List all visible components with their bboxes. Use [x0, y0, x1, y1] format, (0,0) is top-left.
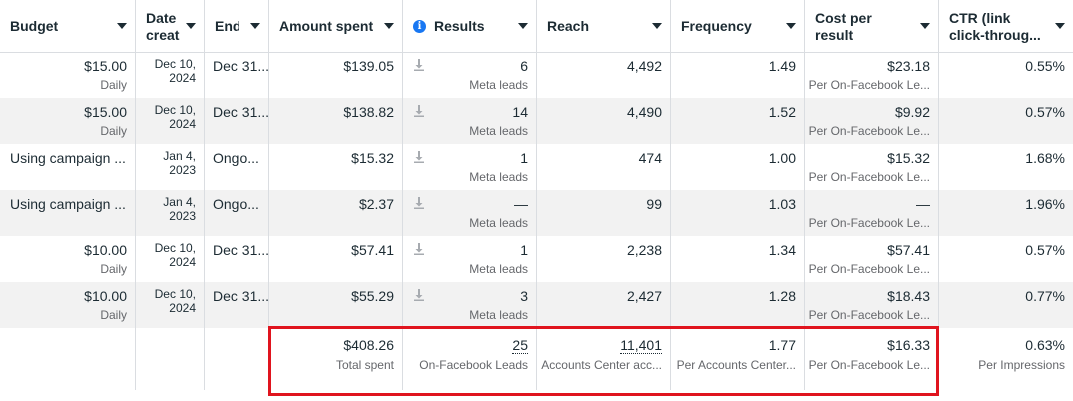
results-cell: 14 Meta leads — [403, 98, 537, 144]
column-header-ends[interactable]: Ends — [205, 0, 269, 52]
frequency-cell: 1.49 — [671, 52, 805, 98]
ctr-cell: 1.96% — [1025, 196, 1065, 212]
column-header-budget[interactable]: Budget — [0, 0, 136, 52]
ends-cell: Dec 31... — [205, 52, 269, 98]
amount-spent-cell: $57.41 — [269, 236, 403, 282]
ends-cell: Dec 31... — [205, 236, 269, 282]
ends-cell: Ongo... — [205, 190, 269, 236]
column-header-ctr[interactable]: CTR (link click-throug... — [939, 0, 1073, 52]
frequency-cell: 1.34 — [671, 236, 805, 282]
download-icon[interactable] — [413, 288, 425, 302]
results-cell: 6 Meta leads — [403, 52, 537, 98]
ctr-cell: 0.57% — [1025, 242, 1065, 258]
results-cell: 1 Meta leads — [403, 144, 537, 190]
table-header: Budget Date creat Ends Amount spent iRes… — [0, 0, 1073, 53]
ends-cell: Dec 31... — [205, 282, 269, 328]
results-cell: 3 Meta leads — [403, 282, 537, 328]
caret-down-icon[interactable] — [186, 23, 196, 29]
results-cell: 1 Meta leads — [403, 236, 537, 282]
frequency-cell: 1.00 — [671, 144, 805, 190]
frequency-cell: 1.28 — [671, 282, 805, 328]
caret-down-icon[interactable] — [117, 23, 127, 29]
reach-cell: 4,490 — [537, 98, 671, 144]
date-created-cell: Jan 4, 2023 — [136, 190, 205, 236]
budget-cell: $10.00 Daily — [0, 236, 136, 282]
budget-cell: Using campaign ... — [0, 144, 136, 190]
date-created-cell: Dec 10, 2024 — [136, 236, 205, 282]
frequency-cell: 1.52 — [671, 98, 805, 144]
download-icon[interactable] — [413, 104, 425, 118]
ctr-cell: 0.57% — [1025, 104, 1065, 120]
cost-per-result-cell: $9.92 Per On-Facebook Le... — [805, 98, 939, 144]
table-row[interactable]: $10.00 Daily Dec 10, 2024 Dec 31... $57.41 1 Me… — [0, 236, 1073, 282]
date-created-cell: Dec 10, 2024 — [136, 52, 205, 98]
frequency-cell: 1.03 — [671, 190, 805, 236]
budget-cell: $10.00 Daily — [0, 282, 136, 328]
caret-down-icon[interactable] — [384, 23, 394, 29]
amount-spent-cell: $138.82 — [269, 98, 403, 144]
caret-down-icon[interactable] — [786, 23, 796, 29]
table-row[interactable]: $10.00 Daily Dec 10, 2024 Dec 31... $55.29 3 Me… — [0, 282, 1073, 328]
total-frequency: 1.77 Per Accounts Center... — [671, 328, 805, 390]
download-icon[interactable] — [413, 58, 425, 72]
amount-spent-cell: $55.29 — [269, 282, 403, 328]
cost-per-result-cell: $57.41 Per On-Facebook Le... — [805, 236, 939, 282]
total-results: 25 On-Facebook Leads — [403, 328, 537, 390]
total-cost-per-result: $16.33 Per On-Facebook Le... — [805, 328, 939, 390]
cost-per-result-cell: $18.43 Per On-Facebook Le... — [805, 282, 939, 328]
download-icon[interactable] — [413, 150, 425, 164]
budget-cell: $15.00 Daily — [0, 98, 136, 144]
cost-per-result-cell: $23.18 Per On-Facebook Le... — [805, 52, 939, 98]
table-row[interactable]: $15.00 Daily Dec 10, 2024 Dec 31... $139.05 6 M… — [0, 52, 1073, 98]
reach-cell: 99 — [537, 190, 671, 236]
table-row[interactable]: $15.00 Daily Dec 10, 2024 Dec 31... $138.82 14… — [0, 98, 1073, 144]
budget-cell: Using campaign ... — [0, 190, 136, 236]
column-header-date-created[interactable]: Date creat — [136, 0, 205, 52]
ends-cell: Ongo... — [205, 144, 269, 190]
ctr-cell: 0.55% — [1025, 58, 1065, 74]
cost-per-result-cell: — Per On-Facebook Le... — [805, 190, 939, 236]
total-reach: 11,401 Accounts Center acc... — [537, 328, 671, 390]
download-icon[interactable] — [413, 242, 425, 256]
budget-cell: $15.00 Daily — [0, 52, 136, 98]
ctr-cell: 1.68% — [1025, 150, 1065, 166]
caret-down-icon[interactable] — [1055, 23, 1065, 29]
caret-down-icon[interactable] — [518, 23, 528, 29]
caret-down-icon[interactable] — [250, 23, 260, 29]
amount-spent-cell: $139.05 — [269, 52, 403, 98]
results-cell: — Meta leads — [403, 190, 537, 236]
info-icon[interactable]: i — [413, 19, 426, 33]
table-row[interactable]: Using campaign ... Jan 4, 2023 Ongo... $15.3… — [0, 144, 1073, 190]
cost-per-result-cell: $15.32 Per On-Facebook Le... — [805, 144, 939, 190]
column-header-amount-spent[interactable]: Amount spent — [269, 0, 403, 52]
column-header-frequency[interactable]: Frequency — [671, 0, 805, 52]
table-row[interactable]: Using campaign ... Jan 4, 2023 Ongo... $2.37… — [0, 190, 1073, 236]
download-icon[interactable] — [413, 196, 425, 210]
caret-down-icon[interactable] — [652, 23, 662, 29]
amount-spent-cell: $2.37 — [269, 190, 403, 236]
ctr-cell: 0.77% — [1025, 288, 1065, 304]
date-created-cell: Jan 4, 2023 — [136, 144, 205, 190]
reach-cell: 2,427 — [537, 282, 671, 328]
caret-down-icon[interactable] — [920, 23, 930, 29]
reach-cell: 4,492 — [537, 52, 671, 98]
column-header-reach[interactable]: Reach — [537, 0, 671, 52]
date-created-cell: Dec 10, 2024 — [136, 282, 205, 328]
amount-spent-cell: $15.32 — [269, 144, 403, 190]
ends-cell: Dec 31... — [205, 98, 269, 144]
date-created-cell: Dec 10, 2024 — [136, 98, 205, 144]
reach-cell: 474 — [537, 144, 671, 190]
totals-row: $408.26 Total spent 25 On-Facebook Leads… — [0, 328, 1073, 390]
total-ctr: 0.63% Per Impressions — [978, 337, 1065, 372]
reach-cell: 2,238 — [537, 236, 671, 282]
column-header-cost-per-result[interactable]: Cost per result — [805, 0, 939, 52]
column-header-results[interactable]: i Results — [403, 0, 537, 52]
total-amount-spent: $408.26 Total spent — [269, 328, 403, 390]
